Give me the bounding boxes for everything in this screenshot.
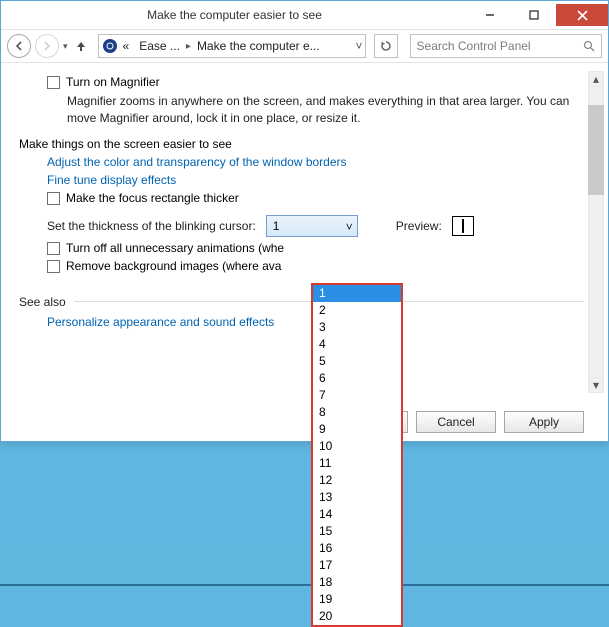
dropdown-option[interactable]: 16	[313, 540, 401, 557]
bg-images-label[interactable]: Remove background images (where ava	[66, 259, 281, 273]
dropdown-option[interactable]: 12	[313, 472, 401, 489]
content-area: ▴ ▾ Turn on Magnifier Magnifier zooms in…	[1, 63, 608, 441]
dropdown-option[interactable]: 13	[313, 489, 401, 506]
dropdown-option[interactable]: 10	[313, 438, 401, 455]
dropdown-option[interactable]: 9	[313, 421, 401, 438]
dropdown-option[interactable]: 19	[313, 591, 401, 608]
scroll-down-icon[interactable]: ▾	[588, 377, 604, 393]
animations-row: Turn off all unnecessary animations (whe	[47, 241, 584, 255]
search-icon	[583, 40, 595, 52]
refresh-button[interactable]	[374, 34, 398, 58]
apply-button[interactable]: Apply	[504, 411, 584, 433]
crumb-current[interactable]: Make the computer e...	[193, 39, 324, 53]
back-button[interactable]	[7, 34, 31, 58]
preview-label: Preview:	[396, 219, 442, 233]
maximize-button[interactable]	[512, 4, 556, 26]
animations-checkbox[interactable]	[47, 242, 60, 255]
section-heading: Make things on the screen easier to see	[19, 137, 584, 151]
dropdown-option[interactable]: 3	[313, 319, 401, 336]
dropdown-option[interactable]: 8	[313, 404, 401, 421]
cursor-thickness-combobox[interactable]: 1 ˅	[266, 215, 358, 237]
cancel-button[interactable]: Cancel	[416, 411, 496, 433]
up-button[interactable]	[72, 34, 90, 58]
link-display-effects[interactable]: Fine tune display effects	[47, 173, 584, 187]
dropdown-option[interactable]: 1	[313, 285, 401, 302]
control-panel-window: Make the computer easier to see ▾ « Ease…	[0, 0, 609, 442]
dropdown-option[interactable]: 5	[313, 353, 401, 370]
cursor-caret	[462, 219, 464, 233]
focus-rect-checkbox[interactable]	[47, 192, 60, 205]
dropdown-option[interactable]: 14	[313, 506, 401, 523]
dropdown-option[interactable]: 4	[313, 336, 401, 353]
combo-value: 1	[273, 219, 280, 233]
recent-dropdown-icon[interactable]: ▾	[63, 41, 68, 52]
scroll-up-icon[interactable]: ▴	[588, 71, 604, 87]
dropdown-option[interactable]: 11	[313, 455, 401, 472]
animations-label[interactable]: Turn off all unnecessary animations (whe	[66, 241, 284, 255]
cursor-thickness-row: Set the thickness of the blinking cursor…	[47, 215, 584, 237]
cursor-thickness-dropdown[interactable]: 1234567891011121314151617181920	[311, 283, 403, 627]
dropdown-option[interactable]: 6	[313, 370, 401, 387]
chevron-down-icon: ˅	[346, 220, 353, 234]
system-buttons	[468, 4, 608, 26]
crumb-ease[interactable]: Ease ...	[135, 39, 184, 53]
bg-images-checkbox[interactable]	[47, 260, 60, 273]
chevron-right-icon: ▸	[186, 41, 191, 52]
titlebar: Make the computer easier to see	[1, 1, 608, 29]
magnifier-checkbox-row: Turn on Magnifier	[47, 75, 584, 89]
dropdown-option[interactable]: 15	[313, 523, 401, 540]
control-panel-icon	[103, 39, 117, 53]
focus-rect-row: Make the focus rectangle thicker	[47, 191, 584, 205]
crumb-dropdown-icon[interactable]: ˅	[356, 39, 363, 53]
crumb-lead: «	[119, 39, 134, 53]
focus-rect-label[interactable]: Make the focus rectangle thicker	[66, 191, 239, 205]
window-title: Make the computer easier to see	[1, 8, 468, 22]
cursor-preview	[452, 216, 474, 236]
dropdown-option[interactable]: 7	[313, 387, 401, 404]
see-also-heading: See also	[19, 295, 66, 309]
magnifier-description: Magnifier zooms in anywhere on the scree…	[67, 93, 584, 127]
breadcrumb[interactable]: « Ease ... ▸ Make the computer e... ˅	[98, 34, 366, 58]
dropdown-option[interactable]: 20	[313, 608, 401, 625]
magnifier-label[interactable]: Turn on Magnifier	[66, 75, 160, 89]
minimize-button[interactable]	[468, 4, 512, 26]
dropdown-option[interactable]: 17	[313, 557, 401, 574]
dropdown-option[interactable]: 18	[313, 574, 401, 591]
nav-bar: ▾ « Ease ... ▸ Make the computer e... ˅ …	[1, 29, 608, 63]
close-button[interactable]	[556, 4, 608, 26]
search-placeholder: Search Control Panel	[417, 39, 583, 53]
cursor-thickness-label: Set the thickness of the blinking cursor…	[47, 219, 256, 233]
magnifier-checkbox[interactable]	[47, 76, 60, 89]
link-window-borders[interactable]: Adjust the color and transparency of the…	[47, 155, 584, 169]
dropdown-option[interactable]: 2	[313, 302, 401, 319]
scrollbar-thumb[interactable]	[588, 105, 604, 195]
bg-images-row: Remove background images (where ava	[47, 259, 584, 273]
search-input[interactable]: Search Control Panel	[410, 34, 602, 58]
forward-button[interactable]	[35, 34, 59, 58]
desktop-background	[0, 541, 609, 586]
